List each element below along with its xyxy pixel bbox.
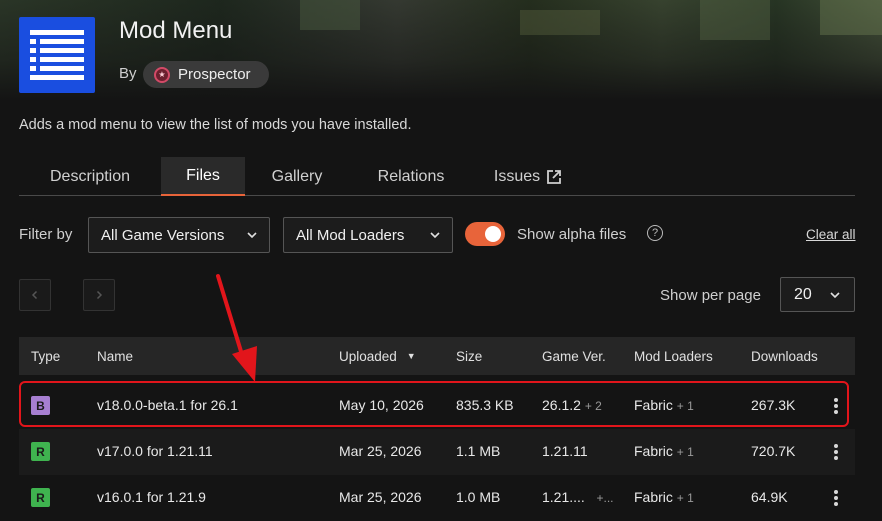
table-row[interactable]: R v16.0.1 for 1.21.9 Mar 25, 2026 1.0 MB… bbox=[19, 475, 855, 521]
mod-summary: Adds a mod menu to view the list of mods… bbox=[19, 117, 412, 133]
tab-issues[interactable]: Issues bbox=[473, 157, 583, 196]
file-name[interactable]: v17.0.0 for 1.21.11 bbox=[97, 443, 213, 459]
column-header-type[interactable]: Type bbox=[31, 349, 60, 364]
column-header-size[interactable]: Size bbox=[456, 349, 482, 364]
tab-files[interactable]: Files bbox=[161, 157, 245, 196]
game-version: 1.21.11 bbox=[542, 443, 588, 459]
per-page-select[interactable]: 20 bbox=[780, 277, 855, 312]
game-version: 1.21.... +... bbox=[542, 489, 614, 505]
uploaded-date: Mar 25, 2026 bbox=[339, 489, 422, 505]
download-count: 267.3K bbox=[751, 397, 796, 413]
author-chip[interactable]: ★ Prospector bbox=[143, 61, 269, 88]
next-page-button[interactable] bbox=[83, 279, 115, 311]
uploaded-date: Mar 25, 2026 bbox=[339, 443, 422, 459]
type-badge-release: R bbox=[31, 488, 50, 507]
chevron-right-icon bbox=[96, 290, 103, 300]
column-header-mod-loaders[interactable]: Mod Loaders bbox=[634, 349, 713, 364]
tab-relations[interactable]: Relations bbox=[349, 157, 473, 196]
download-count: 64.9K bbox=[751, 489, 788, 505]
files-table-header: Type Name Uploaded ▼ Size Game Ver. Mod L… bbox=[19, 337, 855, 375]
author-name: Prospector bbox=[178, 66, 251, 83]
mod-title: Mod Menu bbox=[119, 17, 233, 44]
mod-loader: Fabric + 1 bbox=[634, 489, 694, 505]
sort-desc-icon: ▼ bbox=[406, 351, 416, 361]
column-header-game-ver[interactable]: Game Ver. bbox=[542, 349, 606, 364]
toggle-knob bbox=[485, 226, 501, 242]
chevron-down-icon bbox=[430, 232, 440, 239]
type-badge-beta: B bbox=[31, 396, 50, 415]
more-options-icon[interactable] bbox=[831, 488, 841, 508]
file-size: 1.1 MB bbox=[456, 443, 501, 459]
file-name[interactable]: v18.0.0-beta.1 for 26.1 bbox=[97, 397, 238, 413]
chevron-down-icon bbox=[247, 232, 257, 239]
download-count: 720.7K bbox=[751, 443, 796, 459]
table-row[interactable]: B v18.0.0-beta.1 for 26.1 May 10, 2026 8… bbox=[19, 383, 855, 429]
mod-loader-value: All Mod Loaders bbox=[296, 226, 405, 244]
chevron-left-icon bbox=[31, 290, 38, 300]
column-header-downloads[interactable]: Downloads bbox=[751, 349, 818, 364]
show-alpha-label: Show alpha files bbox=[517, 226, 627, 243]
per-page-label: Show per page bbox=[660, 287, 761, 304]
mod-loader: Fabric + 1 bbox=[634, 443, 694, 459]
tab-gallery[interactable]: Gallery bbox=[245, 157, 349, 196]
more-options-icon[interactable] bbox=[831, 396, 841, 416]
more-options-icon[interactable] bbox=[831, 442, 841, 462]
tab-bar: Description Files Gallery Relations Issu… bbox=[19, 157, 855, 196]
help-icon[interactable]: ? bbox=[647, 225, 663, 241]
type-badge-release: R bbox=[31, 442, 50, 461]
mod-logo bbox=[19, 17, 95, 93]
column-header-uploaded[interactable]: Uploaded ▼ bbox=[339, 349, 416, 364]
filter-label: Filter by bbox=[19, 226, 73, 243]
table-row[interactable]: R v17.0.0 for 1.21.11 Mar 25, 2026 1.1 M… bbox=[19, 429, 855, 475]
show-alpha-toggle[interactable] bbox=[465, 222, 505, 246]
column-header-name[interactable]: Name bbox=[97, 349, 133, 364]
author-avatar: ★ bbox=[154, 66, 170, 83]
tab-description[interactable]: Description bbox=[19, 157, 161, 196]
chevron-down-icon bbox=[830, 292, 840, 299]
clear-all-link[interactable]: Clear all bbox=[806, 227, 856, 242]
per-page-value: 20 bbox=[794, 285, 812, 303]
uploaded-date: May 10, 2026 bbox=[339, 397, 424, 413]
file-size: 1.0 MB bbox=[456, 489, 501, 505]
mod-loader-select[interactable]: All Mod Loaders bbox=[283, 217, 453, 253]
by-label: By bbox=[119, 65, 137, 82]
external-link-icon bbox=[547, 169, 562, 184]
game-version-value: All Game Versions bbox=[101, 226, 225, 244]
file-size: 835.3 KB bbox=[456, 397, 514, 413]
mod-loader: Fabric + 1 bbox=[634, 397, 694, 413]
prev-page-button[interactable] bbox=[19, 279, 51, 311]
game-version-select[interactable]: All Game Versions bbox=[88, 217, 270, 253]
header-banner bbox=[0, 0, 882, 100]
file-name[interactable]: v16.0.1 for 1.21.9 bbox=[97, 489, 206, 505]
game-version: 26.1.2 + 2 bbox=[542, 397, 602, 413]
